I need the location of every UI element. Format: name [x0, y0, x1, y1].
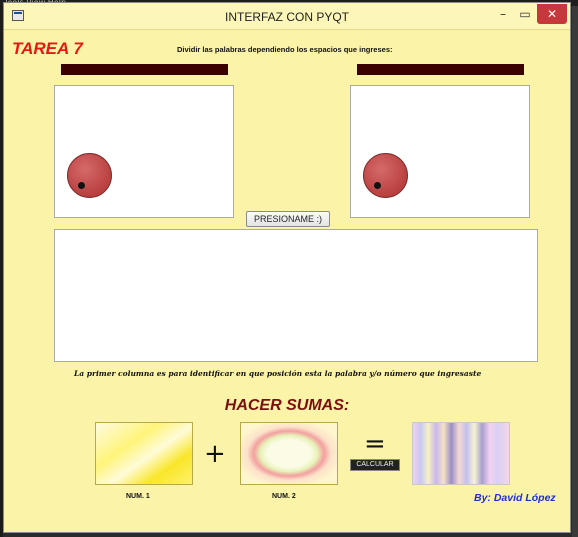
dial-indicator-dot — [374, 182, 381, 189]
calcular-button[interactable]: CALCULAR — [350, 459, 400, 471]
presioname-button[interactable]: PRESIONAME :) — [246, 211, 330, 227]
dial-indicator-dot — [78, 182, 85, 189]
dial-knob-right[interactable] — [363, 153, 408, 198]
background-right-strip — [572, 6, 578, 537]
output-table-area[interactable] — [54, 229, 538, 362]
result-tile — [412, 422, 510, 485]
dial-knob-left[interactable] — [67, 153, 112, 198]
sumas-title: HACER SUMAS: — [224, 397, 350, 414]
minimize-button[interactable]: – — [492, 4, 514, 24]
instruction-text: Dividir las palabras dependiendo los esp… — [177, 45, 393, 54]
result-panel-left — [54, 85, 234, 218]
output-caption: La primer columna es para identificar en… — [74, 369, 482, 378]
num1-label: NUM. 1 — [126, 493, 150, 500]
plus-sign: + — [204, 439, 226, 469]
tarea-title: TAREA 7 — [12, 39, 83, 58]
result-panel-right — [350, 85, 530, 218]
close-button[interactable]: ✕ — [537, 4, 567, 24]
equals-sign: = — [364, 429, 386, 459]
input-field-left[interactable] — [61, 64, 228, 75]
title-bar[interactable]: INTERFAZ CON PYQT – ▭ ✕ — [4, 3, 570, 30]
window-title: INTERFAZ CON PYQT — [224, 10, 349, 24]
num2-label: NUM. 2 — [272, 493, 296, 500]
author-credit: By: David López — [474, 492, 556, 504]
maximize-button[interactable]: ▭ — [514, 4, 536, 24]
input-field-right[interactable] — [357, 64, 524, 75]
main-window: INTERFAZ CON PYQT – ▭ ✕ TAREA 7 Dividir … — [3, 2, 571, 533]
num1-input-tile[interactable] — [95, 422, 193, 485]
num2-input-tile[interactable] — [240, 422, 338, 485]
